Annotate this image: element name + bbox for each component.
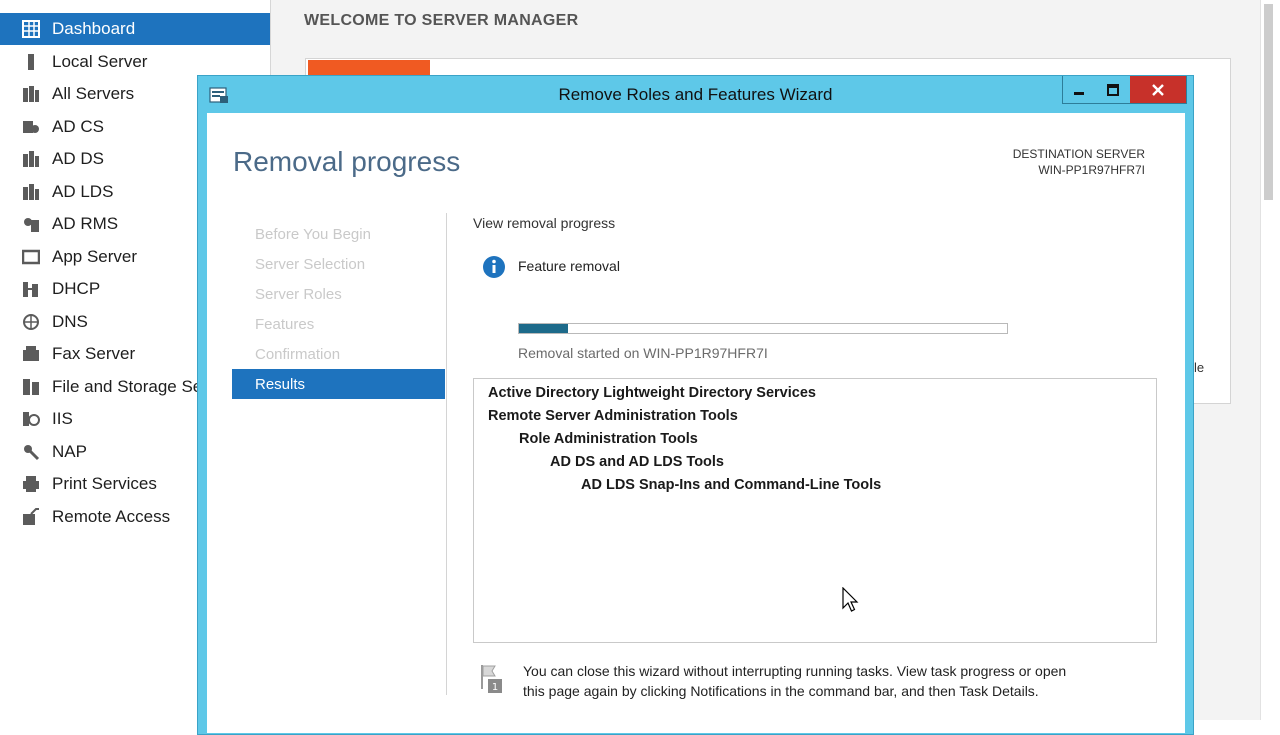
- sidebar-item-label: AD RMS: [52, 214, 119, 233]
- feature-removal-label: Feature removal: [518, 258, 620, 274]
- result-item: Remote Server Administration Tools: [488, 408, 738, 424]
- info-icon: [483, 256, 505, 278]
- fax-icon: [22, 345, 40, 363]
- result-item: Active Directory Lightweight Directory S…: [488, 385, 816, 401]
- page-title: Removal progress: [233, 146, 461, 177]
- remove-roles-wizard-window: Remove Roles and Features Wizard Removal…: [197, 75, 1194, 735]
- maximize-button[interactable]: [1096, 76, 1130, 103]
- result-item: AD DS and AD LDS Tools: [550, 454, 724, 470]
- dns-icon: [22, 313, 40, 331]
- storage-icon: [22, 378, 40, 396]
- wizard-step-confirmation: Confirmation: [255, 346, 341, 363]
- wizard-step-features: Features: [255, 316, 315, 333]
- directory-icon: [22, 150, 40, 168]
- results-list[interactable]: Active Directory Lightweight Directory S…: [473, 378, 1157, 643]
- destination-server-label: DESTINATION SERVER: [1012, 147, 1145, 161]
- remote-access-icon: [22, 507, 40, 526]
- close-wizard-note: You can close this wizard without interr…: [523, 663, 1067, 699]
- sidebar-item-label: DHCP: [52, 279, 101, 298]
- rights-icon: [22, 215, 40, 233]
- wizard-content: Removal progress DESTINATION SERVER WIN-…: [207, 113, 1185, 733]
- panel-text-fragment: le: [1194, 360, 1205, 375]
- close-button[interactable]: [1130, 76, 1186, 103]
- view-progress-label: View removal progress: [473, 215, 616, 231]
- sidebar-item-label: AD CS: [52, 116, 104, 136]
- removal-progress-bar: [518, 323, 1008, 334]
- sidebar-item-label: Remote Access: [52, 506, 171, 526]
- sidebar-item-label: Local Server: [52, 51, 148, 71]
- wizard-step-before-you-begin: Before You Begin: [255, 226, 371, 243]
- close-icon: [1152, 83, 1164, 96]
- sidebar-item-label: IIS: [52, 409, 73, 428]
- flag-notification-icon: 1: [481, 665, 502, 693]
- printer-icon: [22, 475, 40, 493]
- wizard-step-server-roles: Server Roles: [255, 286, 342, 303]
- sidebar-item-label: Print Services: [52, 474, 157, 493]
- sidebar-item-label: App Server: [52, 246, 138, 266]
- result-item: Role Administration Tools: [519, 431, 698, 447]
- destination-server-name: WIN-PP1R97HFR7I: [1038, 163, 1145, 177]
- certificate-icon: [22, 118, 40, 136]
- sidebar-item-label: Dashboard: [52, 19, 136, 38]
- directory-icon: [22, 183, 40, 201]
- maximize-icon: [1107, 83, 1119, 96]
- wizard-title: Remove Roles and Features Wizard: [558, 85, 833, 104]
- minimize-button[interactable]: [1062, 76, 1096, 103]
- mouse-cursor-icon: [842, 587, 859, 612]
- wizard-title-bar[interactable]: Remove Roles and Features Wizard: [198, 76, 1193, 112]
- sidebar-item-label: NAP: [52, 441, 87, 461]
- removal-status-text: Removal started on WIN-PP1R97HFR7I: [518, 345, 768, 361]
- iis-icon: [22, 410, 40, 428]
- nap-icon: [22, 443, 40, 461]
- sidebar-item-label: AD DS: [52, 149, 104, 168]
- app-server-icon: [22, 248, 40, 266]
- servers-icon: [22, 85, 40, 103]
- progress-fill: [519, 324, 568, 333]
- result-item: AD LDS Snap-Ins and Command-Line Tools: [581, 477, 882, 493]
- dhcp-icon: [22, 280, 40, 298]
- sidebar-item-label: DNS: [52, 311, 88, 331]
- main-scrollbar[interactable]: [1260, 0, 1280, 720]
- wizard-step-server-selection: Server Selection: [255, 256, 366, 273]
- sidebar-item-label: Fax Server: [52, 344, 136, 363]
- sidebar-item-label: All Servers: [52, 84, 135, 103]
- scrollbar-thumb[interactable]: [1264, 4, 1273, 200]
- svg-text:1: 1: [492, 682, 498, 693]
- sidebar-item-dashboard[interactable]: Dashboard: [0, 13, 270, 45]
- minimize-icon: [1074, 91, 1084, 95]
- server-icon: [22, 53, 40, 71]
- sidebar-item-label: AD LDS: [52, 181, 114, 201]
- sidebar-item-local-server[interactable]: Local Server: [0, 46, 270, 78]
- steps-divider: [446, 213, 447, 695]
- welcome-title: WELCOME TO SERVER MANAGER: [304, 12, 579, 29]
- dashboard-icon: [22, 20, 40, 38]
- wizard-step-results[interactable]: Results: [232, 369, 445, 399]
